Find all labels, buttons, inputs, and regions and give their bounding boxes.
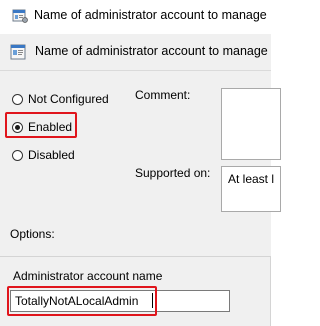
header-divider	[0, 70, 271, 71]
radio-not-configured[interactable]: Not Configured	[12, 91, 109, 107]
radio-disabled[interactable]: Disabled	[12, 147, 75, 163]
account-name-label: Administrator account name	[13, 269, 163, 283]
group-policy-settings-icon	[12, 8, 28, 24]
options-divider	[0, 256, 271, 257]
options-label: Options:	[10, 227, 55, 241]
setting-header: Name of administrator account to manage	[35, 44, 268, 58]
radio-not-configured-label: Not Configured	[28, 92, 109, 106]
input-highlight-box	[7, 286, 157, 316]
supported-on-field[interactable]: At least l	[221, 166, 281, 212]
comment-label: Comment:	[135, 88, 191, 102]
title-bar: Name of administrator account to manage	[0, 0, 271, 34]
supported-on-value: At least l	[228, 172, 275, 186]
radio-not-configured-dot[interactable]	[12, 93, 23, 105]
comment-field[interactable]	[221, 88, 281, 160]
enabled-highlight-box	[5, 112, 77, 138]
group-policy-settings-icon	[10, 44, 26, 60]
radio-disabled-label: Disabled	[28, 148, 75, 162]
supported-on-label: Supported on:	[135, 166, 211, 180]
window-title: Name of administrator account to manage	[34, 8, 267, 22]
options-pane-border	[270, 256, 271, 326]
radio-disabled-dot[interactable]	[12, 149, 23, 161]
